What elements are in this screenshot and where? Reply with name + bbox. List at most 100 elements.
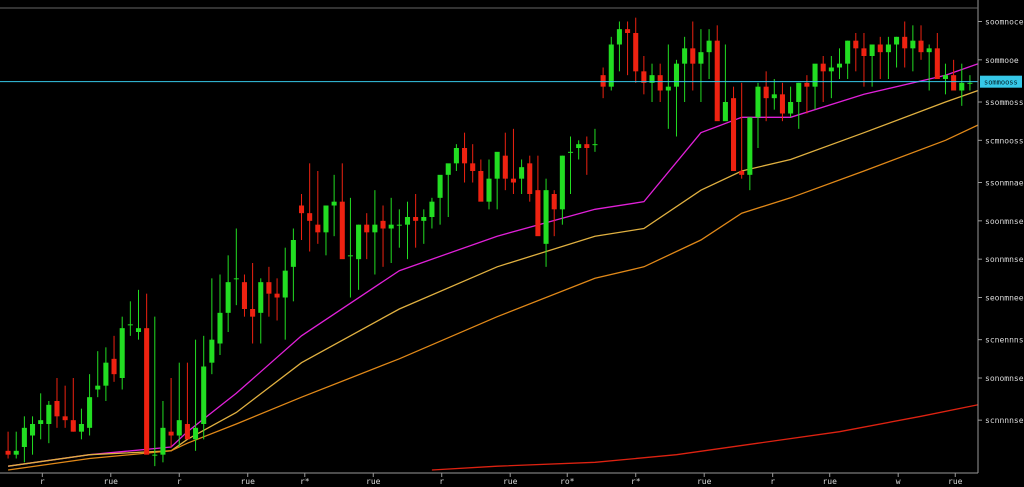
y-tick-label: scnennnse (985, 336, 1024, 345)
x-tick-label: rue (822, 477, 837, 486)
candle-body (119, 328, 125, 378)
x-tick-label: rue (948, 477, 963, 486)
candle-body (551, 194, 557, 210)
candle-body (510, 178, 516, 183)
candle-body (731, 98, 737, 171)
candle-body (152, 454, 158, 456)
candle-body (641, 71, 647, 83)
candle-body (413, 217, 419, 221)
candle (608, 36, 614, 91)
candle-body (217, 312, 223, 344)
candle-body (453, 148, 459, 164)
candle-body (250, 309, 256, 317)
candle-body (144, 328, 150, 455)
x-tick-label: rue (240, 477, 255, 486)
candle-body (282, 270, 288, 298)
candle-body (62, 416, 68, 421)
y-tick-label: ssonmnae (985, 179, 1024, 188)
candlestick-chart: soomnoce sommooe ssommoss scmnooss ssonmnae s… (0, 0, 1024, 487)
candle-body (763, 86, 769, 99)
candle-body (885, 44, 891, 53)
x-tick-label: r (40, 477, 45, 486)
candle-body (396, 224, 402, 226)
current-price-tag: sommooss (980, 75, 1022, 88)
candle-body (421, 217, 427, 221)
candle-body (38, 420, 44, 424)
candle-body (543, 190, 549, 244)
candle-body (576, 144, 582, 148)
candle-body (951, 75, 957, 91)
candle-body (201, 366, 207, 424)
candle-body (30, 424, 36, 436)
current-price-label: sommooss (984, 79, 1018, 87)
candle-body (502, 155, 508, 179)
y-tick-label: sonomnse (985, 374, 1024, 383)
candle-body (437, 174, 443, 198)
candle-body (168, 431, 174, 436)
candle-body (682, 48, 688, 64)
candle-body (160, 427, 166, 455)
candle-body (567, 151, 574, 153)
candle-body (298, 205, 305, 214)
candle-body (755, 86, 761, 118)
candle-body (127, 324, 133, 326)
candle-body (869, 44, 875, 56)
candle-body (771, 94, 777, 99)
candle-body (918, 40, 924, 53)
candle-body (78, 424, 84, 432)
candle-body (274, 293, 280, 298)
candle-body (404, 217, 411, 225)
candle-body (959, 82, 965, 91)
candle-body (95, 385, 101, 390)
candle-body (54, 401, 60, 417)
candle-body (665, 86, 671, 91)
candle-body (861, 48, 867, 56)
candle-body (625, 29, 631, 33)
candle-body (853, 40, 859, 49)
candle-body (233, 278, 239, 280)
x-tick-label: rue (503, 477, 518, 486)
candle-body (796, 82, 802, 102)
y-tick-label: sommooe (985, 56, 1019, 65)
candle-body (347, 255, 353, 257)
x-tick-label: rue (104, 477, 119, 486)
candle-body (942, 75, 948, 79)
candle-body (429, 201, 435, 217)
candle-body (193, 427, 199, 440)
candle-body (241, 282, 247, 309)
candle-body (828, 67, 834, 72)
candle-body (527, 163, 533, 194)
candle-body (486, 178, 492, 202)
y-tick-label: soonmnse (985, 217, 1024, 226)
candle-body (894, 36, 900, 45)
y-tick-label: seonmnee (985, 294, 1024, 303)
candle-body (494, 151, 500, 179)
candle-body (519, 167, 525, 179)
candle-body (600, 75, 606, 87)
candle-body (184, 424, 190, 440)
candle-body (209, 339, 215, 363)
candle-body (70, 420, 76, 432)
candle-body (176, 420, 182, 436)
x-tick-label: r* (631, 477, 641, 486)
x-tick-label: rue (366, 477, 381, 486)
candle-body (722, 102, 728, 122)
candle-body (87, 397, 93, 428)
candle-body (926, 48, 932, 53)
candle-body (535, 190, 541, 237)
candle-body (470, 163, 476, 171)
candle-body (616, 29, 622, 45)
candle-body (46, 404, 52, 424)
candle-body (877, 44, 883, 53)
candle-body (690, 48, 696, 64)
candle-body (902, 36, 908, 49)
candle-body (307, 213, 313, 221)
candle-body (608, 44, 614, 87)
candle-body (266, 282, 272, 294)
candle-body (364, 224, 370, 233)
candle-body (559, 155, 565, 210)
candle-body (967, 82, 973, 84)
y-tick-label: sonnmnse (985, 255, 1024, 264)
candle-body (290, 240, 296, 267)
candle-body (462, 148, 468, 164)
